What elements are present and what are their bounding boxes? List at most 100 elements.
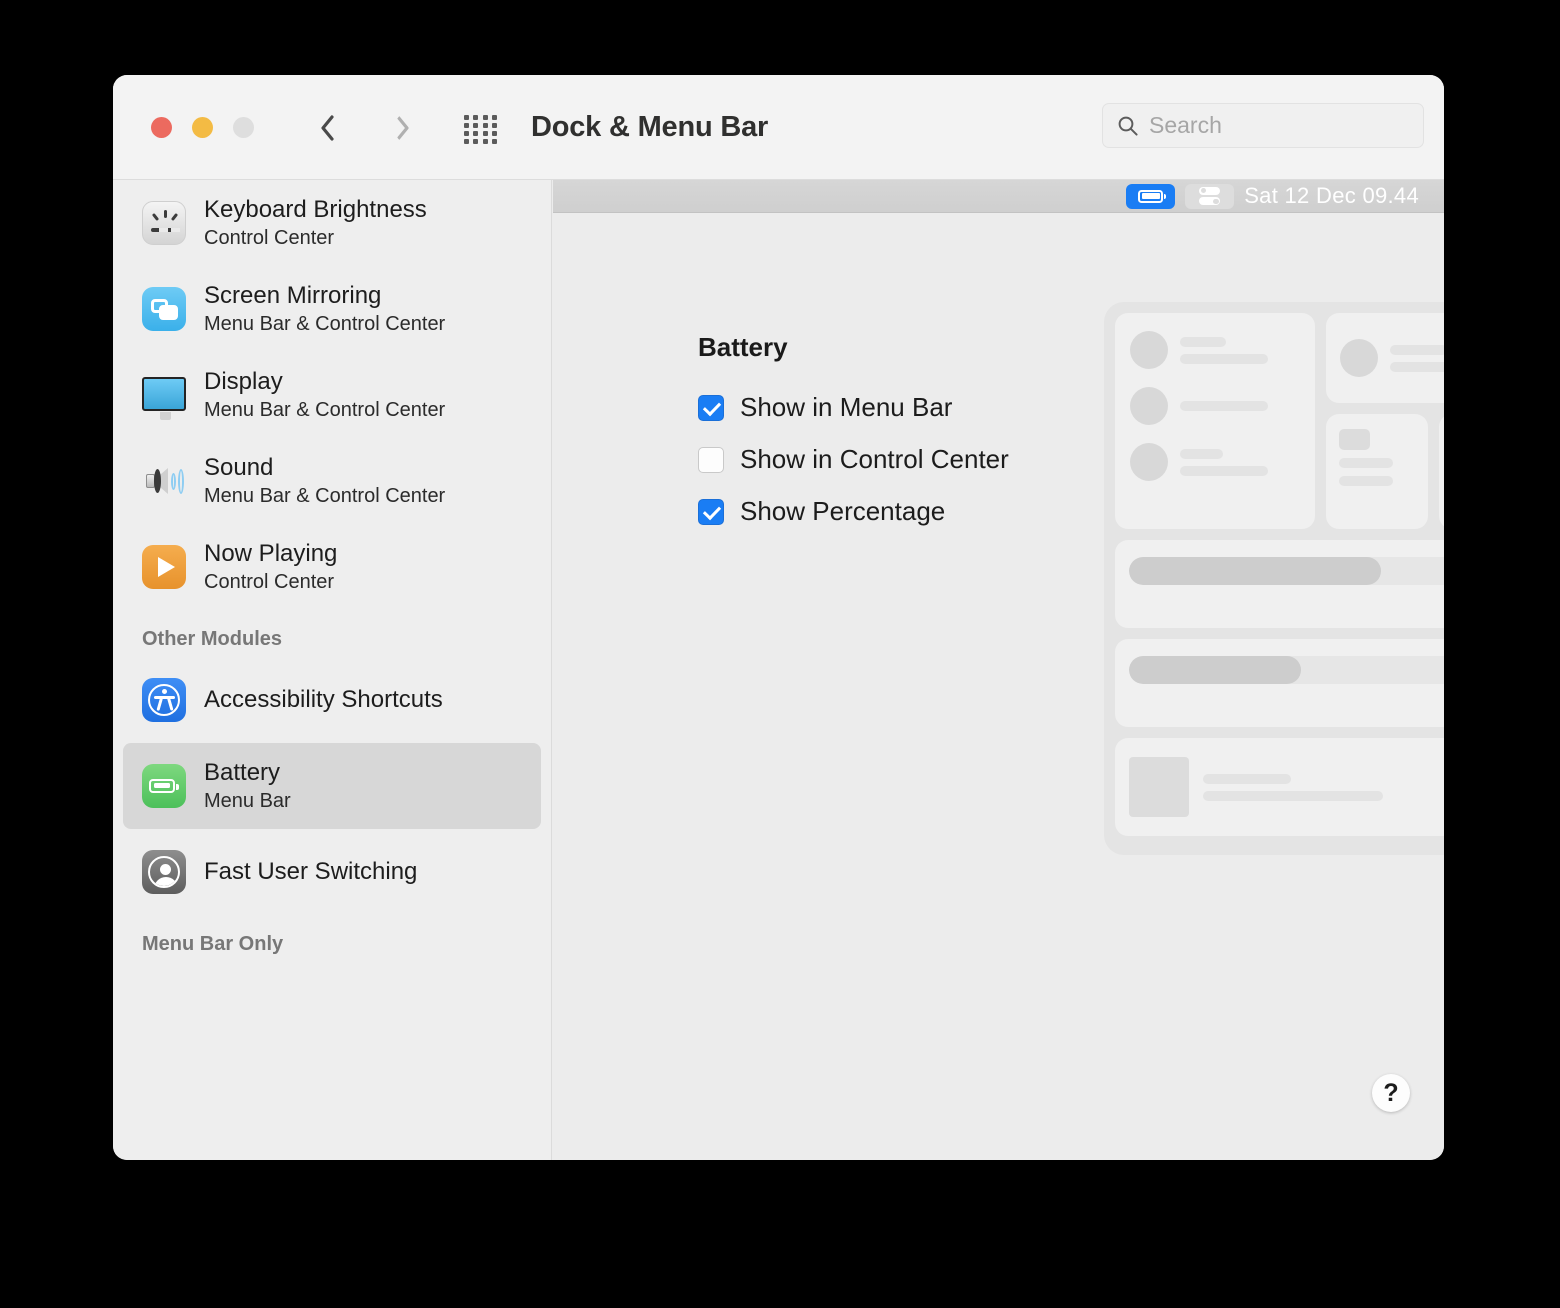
placeholder-line [1390, 361, 1444, 372]
title-bar: Dock & Menu Bar [113, 75, 1444, 180]
page-title: Dock & Menu Bar [531, 111, 769, 143]
preview-slider-row [1129, 652, 1444, 688]
preview-right-column [1326, 313, 1444, 529]
placeholder-circle-icon [1130, 387, 1168, 425]
placeholder-lines [1180, 401, 1268, 411]
preview-slider-card [1115, 639, 1444, 727]
placeholder-line [1203, 773, 1291, 784]
placeholder-line [1203, 790, 1383, 801]
section-header-other-modules: Other Modules [142, 628, 283, 650]
now-playing-icon [142, 545, 186, 589]
forward-button[interactable] [385, 109, 419, 147]
placeholder-circle-icon [1130, 331, 1168, 369]
sidebar-item-screen-mirroring[interactable]: Screen Mirroring Menu Bar & Control Cent… [123, 266, 541, 352]
placeholder-circle-icon [1130, 443, 1168, 481]
placeholder-line [1180, 336, 1226, 347]
placeholder-line [1180, 353, 1268, 364]
menu-bar-preview: Sat 12 Dec 09.44 [553, 180, 1444, 213]
control-center-menu-icon[interactable] [1185, 183, 1235, 209]
sidebar-item-title: Battery [204, 759, 281, 787]
placeholder-lines [1390, 344, 1444, 372]
sidebar-item-subtitle: Menu Bar & Control Center [204, 398, 446, 421]
fast-user-switching-icon [142, 850, 186, 894]
sidebar-item-title: Accessibility Shortcuts [204, 686, 443, 714]
close-button[interactable] [151, 117, 172, 138]
sidebar-item-sound[interactable]: Sound Menu Bar & Control Center [123, 438, 541, 524]
placeholder-square-icon [1339, 429, 1370, 450]
sidebar-item-title: Display [204, 368, 283, 396]
sidebar-item-keyboard-brightness[interactable]: Keyboard Brightness Control Center [123, 180, 541, 266]
search-field[interactable] [1102, 103, 1424, 148]
modules-sidebar[interactable]: Keyboard Brightness Control Center Scree… [113, 180, 552, 1160]
accessibility-icon [142, 678, 186, 722]
display-icon [142, 373, 186, 420]
placeholder-lines [1180, 336, 1268, 364]
preview-tile-row [1326, 414, 1444, 529]
sidebar-item-accessibility-shortcuts[interactable]: Accessibility Shortcuts [123, 657, 541, 743]
preview-slider-fill [1129, 656, 1301, 684]
minimize-button[interactable] [192, 117, 213, 138]
menu-bar-clock: Sat 12 Dec 09.44 [1244, 183, 1419, 208]
control-center-preview [1104, 302, 1444, 855]
sidebar-item-fast-user-switching[interactable]: Fast User Switching [123, 829, 541, 915]
sidebar-item-subtitle: Menu Bar & Control Center [204, 484, 446, 507]
preview-media-card [1115, 738, 1444, 836]
placeholder-line [1180, 465, 1268, 476]
preview-top-row [1115, 313, 1444, 529]
checkbox-label: Show Percentage [740, 496, 946, 526]
preview-slider-card [1115, 540, 1444, 628]
placeholder-lines [1203, 773, 1383, 801]
placeholder-line [1180, 401, 1268, 411]
placeholder-lines [1180, 448, 1268, 476]
show-percentage-checkbox[interactable] [698, 498, 724, 525]
search-icon [1118, 116, 1138, 136]
placeholder-line [1390, 344, 1444, 355]
checkbox-row-show-in-control-center[interactable]: Show in Control Center [698, 444, 1009, 475]
preview-slider-track [1129, 557, 1444, 585]
placeholder-circle-icon [1340, 339, 1378, 377]
sound-icon [142, 459, 186, 503]
sidebar-item-battery[interactable]: Battery Menu Bar [123, 743, 541, 829]
show-in-control-center-checkbox[interactable] [698, 446, 724, 473]
battery-icon [142, 764, 186, 808]
search-input[interactable] [1149, 112, 1409, 139]
traffic-lights [151, 117, 254, 138]
chevron-right-icon [395, 115, 409, 141]
preview-slider-track [1129, 656, 1444, 684]
checkbox-label: Show in Menu Bar [740, 392, 953, 422]
preview-wide-card [1326, 313, 1444, 403]
sidebar-item-now-playing[interactable]: Now Playing Control Center [123, 524, 541, 610]
sidebar-item-title: Now Playing [204, 540, 338, 568]
show-in-menu-bar-checkbox[interactable] [698, 394, 724, 421]
zoom-button[interactable] [233, 117, 254, 138]
keyboard-brightness-icon [142, 201, 186, 245]
sidebar-item-subtitle: Menu Bar [204, 789, 291, 812]
sidebar-item-title: Sound [204, 454, 274, 482]
preview-toggles-card [1115, 313, 1315, 529]
sidebar-item-display[interactable]: Display Menu Bar & Control Center [123, 352, 541, 438]
sidebar-item-title: Fast User Switching [204, 858, 418, 886]
sidebar-item-subtitle: Control Center [204, 570, 335, 593]
placeholder-line [1339, 476, 1393, 486]
preview-tile [1438, 414, 1444, 529]
back-button[interactable] [310, 109, 344, 147]
preview-toggle-item [1130, 331, 1300, 369]
checkbox-row-show-in-menu-bar[interactable]: Show in Menu Bar [698, 392, 952, 423]
preview-slider-fill [1129, 557, 1381, 585]
preferences-window: Dock & Menu Bar Keyboard Brightness [113, 75, 1444, 1160]
preview-slider-row [1129, 553, 1444, 589]
sidebar-item-title: Screen Mirroring [204, 282, 382, 310]
show-all-grid-icon[interactable] [464, 115, 498, 144]
preview-toggle-item [1130, 443, 1300, 481]
sidebar-item-subtitle: Control Center [204, 226, 335, 249]
checkbox-row-show-percentage[interactable]: Show Percentage [698, 496, 945, 527]
placeholder-artwork [1129, 757, 1189, 817]
preview-toggle-item [1130, 387, 1300, 425]
help-button[interactable]: ? [1372, 1074, 1410, 1112]
panel-title: Battery [698, 332, 788, 362]
chevron-left-icon [320, 115, 334, 141]
placeholder-line [1180, 448, 1223, 459]
battery-menu-icon[interactable] [1126, 183, 1176, 209]
section-header-menu-bar-only: Menu Bar Only [142, 933, 284, 955]
checkbox-label: Show in Control Center [740, 444, 1009, 474]
